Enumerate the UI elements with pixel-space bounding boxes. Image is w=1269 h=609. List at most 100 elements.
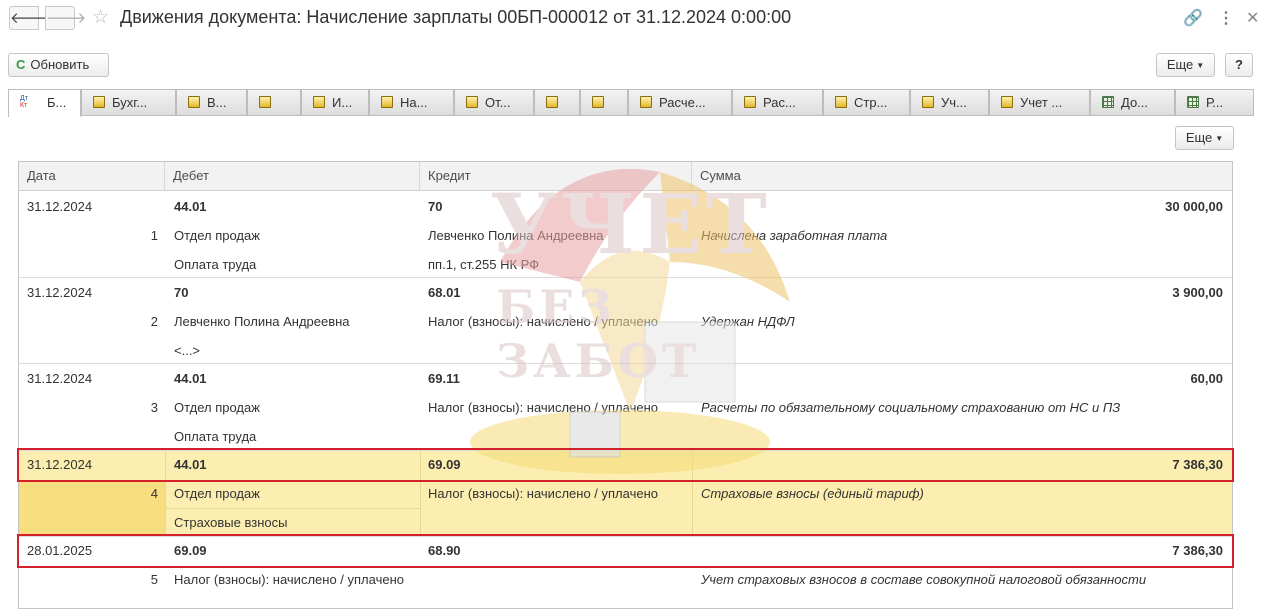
row-credit-subconto1: Налог (взносы): начислено / уплачено (428, 400, 658, 415)
row-debit-subconto1: Отдел продаж (174, 228, 260, 243)
column-header-credit[interactable]: Кредит (420, 162, 692, 191)
register-icon (922, 96, 934, 108)
row-debit-subconto2: Оплата труда (174, 257, 257, 272)
row-debit-subconto1: Налог (взносы): начислено / уплачено (174, 572, 404, 587)
register-icon (93, 96, 105, 108)
table-icon (1102, 96, 1114, 108)
register-icon (640, 96, 652, 108)
forward-button[interactable]: 🡒 (45, 6, 86, 30)
column-header-date[interactable]: Дата (19, 162, 165, 191)
row-debit-subconto1: Отдел продаж (174, 400, 260, 415)
row-credit-subconto1: Левченко Полина Андреевна (428, 228, 604, 243)
tab-8[interactable] (534, 89, 580, 116)
column-header-debit[interactable]: Дебет (165, 162, 420, 191)
tab-label: Расче... (659, 95, 706, 110)
row-amount: 30 000,00 (1165, 199, 1223, 214)
register-icon (744, 96, 756, 108)
row-amount: 60,00 (1190, 371, 1223, 386)
row-number: 2 (150, 314, 158, 329)
tab-label: Бухг... (112, 95, 148, 110)
register-icon (466, 96, 478, 108)
row-date: 28.01.2025 (27, 543, 93, 558)
row-content: Учет страховых взносов в составе совокуп… (701, 572, 1147, 587)
tab-13[interactable]: Уч... (910, 89, 989, 116)
register-icon (259, 96, 271, 108)
tab-label: Рас... (763, 95, 796, 110)
tab-2[interactable]: Бухг... (81, 89, 176, 116)
tab-11[interactable]: Рас... (732, 89, 823, 116)
more-button[interactable]: Еще ▼ (1156, 53, 1215, 77)
table-more-label: Еще (1185, 130, 1213, 145)
window-title: Движения документа: Начисление зарплаты … (120, 7, 792, 27)
favorite-star-icon[interactable]: ☆ (92, 6, 109, 29)
title-bar: 🡐 🡒 ☆ Движения документа: Начисление зар… (0, 0, 1269, 36)
register-icon (313, 96, 325, 108)
tab-label: До... (1121, 95, 1149, 110)
more-label: Еще (1166, 57, 1194, 72)
refresh-label: Обновить (30, 57, 90, 72)
row-separator (19, 363, 1232, 364)
grid-line (165, 450, 166, 536)
link-icon[interactable]: 🔗 (1183, 8, 1203, 28)
tabs-divider (8, 115, 1254, 116)
caret-down-icon: ▼ (1196, 60, 1205, 70)
tab-10[interactable]: Расче... (628, 89, 732, 116)
tab-label: На... (400, 95, 428, 110)
row-date: 31.12.2024 (27, 285, 93, 300)
tab-label: В... (207, 95, 227, 110)
close-icon[interactable]: ✕ (1246, 8, 1259, 28)
register-icon (1001, 96, 1013, 108)
row-content: Начислена заработная плата (701, 228, 888, 243)
row-debit: 44.01 (174, 457, 207, 472)
row-debit-subconto1: Левченко Полина Андреевна (174, 314, 350, 329)
row-credit-subconto2: пп.1, ст.255 НК РФ (428, 257, 540, 272)
tab-6[interactable]: На... (369, 89, 454, 116)
tab-7[interactable]: От... (454, 89, 534, 116)
register-icon (381, 96, 393, 108)
column-header-amount[interactable]: Сумма (692, 162, 1232, 191)
menu-icon[interactable]: ⋮ (1218, 8, 1234, 28)
row-debit: 70 (174, 285, 189, 300)
grid-line (420, 450, 421, 536)
row-debit: 44.01 (174, 371, 207, 386)
row-content: Расчеты по обязательному социальному стр… (701, 400, 1121, 415)
tab-14[interactable]: Учет ... (989, 89, 1090, 116)
grid-line (165, 508, 420, 509)
caret-down-icon: ▼ (1215, 133, 1224, 143)
tab-3[interactable]: В... (176, 89, 247, 116)
row-number: 3 (150, 400, 158, 415)
tab-12[interactable]: Стр... (823, 89, 910, 116)
row-credit: 70 (428, 199, 443, 214)
tab-1[interactable]: Дт Кт Б... (8, 89, 81, 117)
row-debit-subconto2: Оплата труда (174, 429, 257, 444)
row-date: 31.12.2024 (27, 199, 93, 214)
tab-label: От... (485, 95, 511, 110)
tab-9[interactable] (580, 89, 628, 116)
row-credit-subconto1: Налог (взносы): начислено / уплачено (428, 486, 658, 501)
movements-table[interactable]: Дата Дебет Кредит Сумма 31.12.2024 44.01… (18, 161, 1233, 609)
help-button[interactable]: ? (1225, 53, 1253, 77)
tab-16[interactable]: Р... (1175, 89, 1254, 116)
tab-4[interactable] (247, 89, 301, 116)
tab-label: Стр... (854, 95, 888, 110)
register-icon (592, 96, 604, 108)
tab-15[interactable]: До... (1090, 89, 1175, 116)
refresh-button[interactable]: C Обновить (8, 53, 109, 77)
back-button[interactable]: 🡐 (9, 6, 50, 30)
tab-5[interactable]: И... (301, 89, 369, 116)
register-icon (188, 96, 200, 108)
table-more-button[interactable]: Еще ▼ (1175, 126, 1234, 150)
refresh-icon: C (16, 57, 26, 72)
row-debit: 69.09 (174, 543, 207, 558)
row-content: Страховые взносы (единый тариф) (701, 486, 924, 501)
tab-label: И... (332, 95, 353, 110)
row-date: 31.12.2024 (27, 457, 93, 472)
row-number: 5 (150, 572, 158, 587)
tab-label: Б... (47, 95, 67, 110)
row-credit: 69.11 (428, 371, 460, 386)
row-amount: 7 386,30 (1172, 457, 1223, 472)
row-number: 1 (150, 228, 158, 243)
row-date: 31.12.2024 (27, 371, 93, 386)
row-amount: 7 386,30 (1172, 543, 1223, 558)
row-debit: 44.01 (174, 199, 207, 214)
